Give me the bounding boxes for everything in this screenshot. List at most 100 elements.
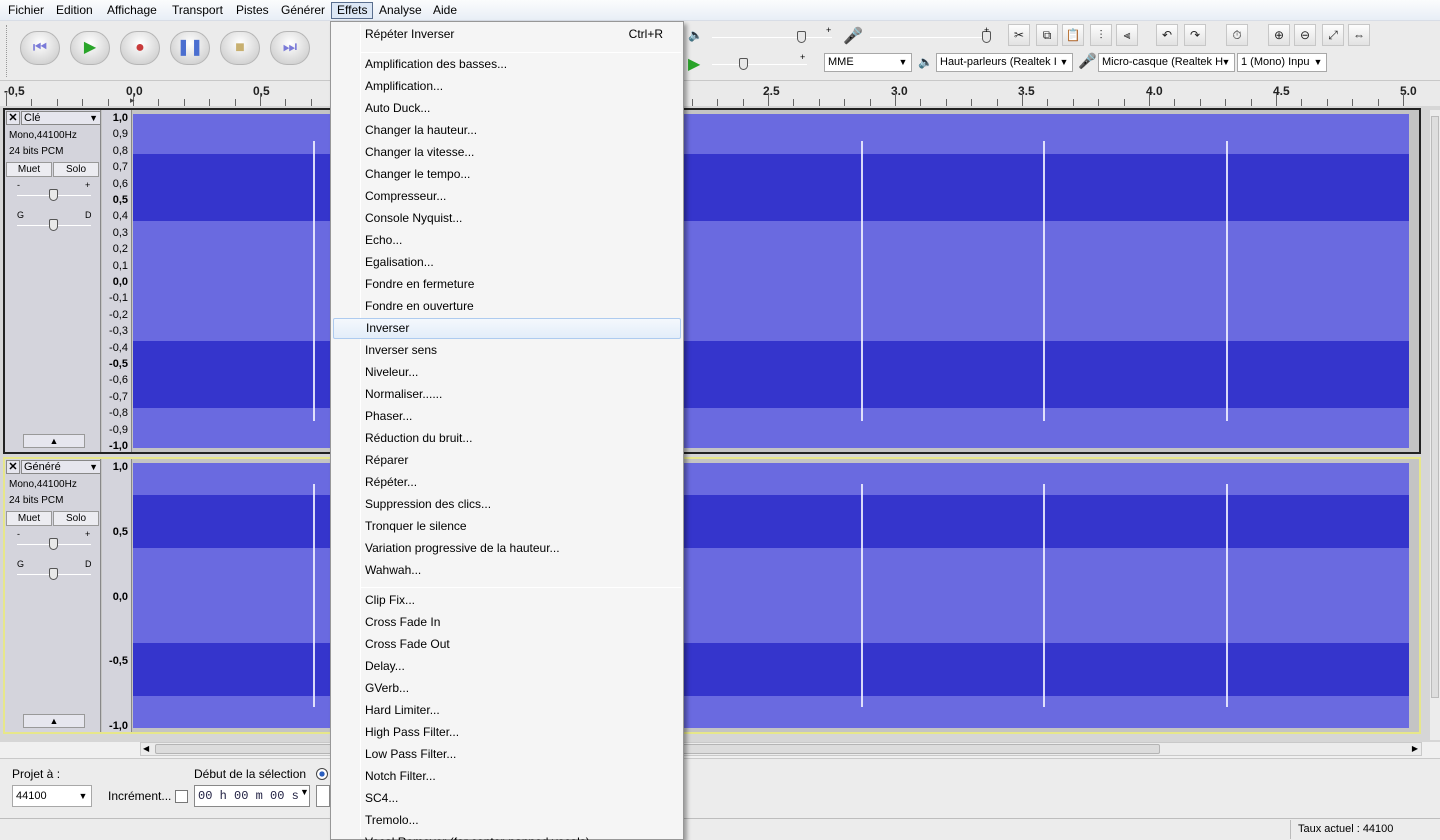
menu-item-effect[interactable]: Changer la hauteur... [333, 120, 681, 141]
sync-lock-icon[interactable]: ⏱ [1226, 24, 1248, 46]
output-volume-slider[interactable] [712, 37, 832, 38]
chevron-down-icon[interactable]: ▼ [300, 787, 309, 797]
solo-button[interactable]: Solo [53, 162, 99, 177]
input-channels-select[interactable]: 1 (Mono) Inpu ▼ [1237, 53, 1327, 72]
menu-item-effect[interactable]: Réduction du bruit... [333, 428, 681, 449]
menu-item-plugin[interactable]: Vocal Remover (for center-panned vocals)… [333, 832, 681, 840]
menu-item-effect[interactable]: Suppression des clics... [333, 494, 681, 515]
menu-effets[interactable]: Effets [331, 2, 374, 19]
waveform[interactable] [133, 463, 1409, 728]
menu-item-effect[interactable]: Echo... [333, 230, 681, 251]
menu-item-effect[interactable]: Répéter... [333, 472, 681, 493]
play-speed-slider[interactable] [712, 64, 807, 65]
menu-item-effect[interactable]: Changer le tempo... [333, 164, 681, 185]
menu-item-plugin[interactable]: Tremolo... [333, 810, 681, 831]
menu-item-effect[interactable]: Compresseur... [333, 186, 681, 207]
output-volume-thumb[interactable] [797, 31, 806, 43]
menu-item-plugin[interactable]: Notch Filter... [333, 766, 681, 787]
zoom-out-icon[interactable]: ⊖ [1294, 24, 1316, 46]
timeline-ruler[interactable]: -0,5 0,0 0,5 2.5 3.0 3.5 4.0 4.5 5.0 ▸ [0, 81, 1440, 107]
scroll-left-icon[interactable]: ◀ [143, 744, 149, 753]
silence-icon[interactable]: ⫷ [1116, 24, 1138, 46]
play-at-speed-icon[interactable]: ▶ [688, 54, 700, 74]
input-device-select[interactable]: Micro-casque (Realtek H ▼ [1098, 53, 1235, 72]
close-icon[interactable]: ✕ [6, 460, 20, 474]
audio-host-select[interactable]: MME ▼ [824, 53, 912, 72]
pan-thumb[interactable] [49, 568, 58, 580]
undo-icon[interactable]: ↶ [1156, 24, 1178, 46]
menu-item-plugin[interactable]: Low Pass Filter... [333, 744, 681, 765]
fit-selection-icon[interactable]: ⤢ [1322, 24, 1344, 46]
skip-start-button[interactable]: ⏮ [20, 31, 60, 65]
track-control-panel[interactable]: ✕ Généré ▼ Mono,44100Hz 24 bits PCM Muet Solo -… [5, 459, 101, 732]
menu-item-effect[interactable]: Niveleur... [333, 362, 681, 383]
amplitude-scale[interactable]: 1,0 0,5 0,0 -0,5 -1,0 [102, 459, 132, 732]
input-volume-slider[interactable] [870, 37, 990, 38]
toolbar-grip[interactable] [6, 25, 9, 77]
waveform[interactable] [133, 114, 1409, 448]
gain-thumb[interactable] [49, 538, 58, 550]
menu-item-effect[interactable]: Normaliser...... [333, 384, 681, 405]
selection-end-time[interactable] [316, 785, 330, 807]
menu-g-n-rer[interactable]: Générer [276, 2, 330, 19]
redo-icon[interactable]: ↷ [1184, 24, 1206, 46]
menu-item-plugin[interactable]: GVerb... [333, 678, 681, 699]
close-icon[interactable]: ✕ [6, 111, 20, 125]
snap-checkbox[interactable] [175, 790, 188, 803]
cut-icon[interactable]: ✂ [1008, 24, 1030, 46]
solo-button[interactable]: Solo [53, 511, 99, 526]
menu-item-effect[interactable]: Tronquer le silence [333, 516, 681, 537]
menu-item-plugin[interactable]: SC4... [333, 788, 681, 809]
menu-fichier[interactable]: Fichier [3, 2, 49, 19]
selection-start-time[interactable]: 00 h 00 m 00 s [194, 785, 310, 807]
fit-project-icon[interactable]: ⇔ [1348, 24, 1370, 46]
track-name-menu[interactable]: Clé ▼ [21, 111, 101, 125]
vscroll-thumb[interactable] [1431, 116, 1439, 698]
mute-button[interactable]: Muet [6, 511, 52, 526]
menu-item-effect[interactable]: Fondre en ouverture [333, 296, 681, 317]
menu-transport[interactable]: Transport [167, 2, 228, 19]
menu-item-effect[interactable]: Fondre en fermeture [333, 274, 681, 295]
project-rate-select[interactable]: 44100 ▼ [12, 785, 92, 807]
menu-item-effect[interactable]: Inverser [333, 318, 681, 339]
mute-button[interactable]: Muet [6, 162, 52, 177]
output-device-select[interactable]: Haut-parleurs (Realtek I ▼ [936, 53, 1073, 72]
menu-item-effect[interactable]: Phaser... [333, 406, 681, 427]
menu-affichage[interactable]: Affichage [102, 2, 162, 19]
trim-icon[interactable]: ⫶ [1090, 24, 1112, 46]
menu-item-repeat[interactable]: Répéter Inverser Ctrl+R [333, 24, 681, 45]
track-control-panel[interactable]: ✕ Clé ▼ Mono,44100Hz 24 bits PCM Muet Solo - + G D… [5, 110, 101, 452]
menu-item-plugin[interactable]: Cross Fade Out [333, 634, 681, 655]
menu-item-effect[interactable]: Changer la vitesse... [333, 142, 681, 163]
menu-item-effect[interactable]: Console Nyquist... [333, 208, 681, 229]
record-button[interactable]: ● [120, 31, 160, 65]
track-1[interactable]: ✕ Généré ▼ Mono,44100Hz 24 bits PCM Muet Solo -… [3, 457, 1421, 734]
menu-item-effect[interactable]: Variation progressive de la hauteur... [333, 538, 681, 559]
track-name-menu[interactable]: Généré ▼ [21, 460, 101, 474]
scroll-right-icon[interactable]: ▶ [1412, 744, 1418, 753]
collapse-track-button[interactable]: ▲ [23, 434, 85, 448]
menu-edition[interactable]: Edition [51, 2, 98, 19]
collapse-track-button[interactable]: ▲ [23, 714, 85, 728]
menu-item-effect[interactable]: Auto Duck... [333, 98, 681, 119]
menu-aide[interactable]: Aide [428, 2, 462, 19]
skip-end-button[interactable]: ⏭ [270, 31, 310, 65]
selection-start-radio[interactable] [316, 768, 328, 780]
amplitude-scale[interactable]: 1,0 0,9 0,8 0,7 0,6 0,5 0,4 0,3 0,2 0,1 0,0 -0,1 -0,… [102, 110, 132, 452]
menu-item-effect[interactable]: Wahwah... [333, 560, 681, 581]
paste-icon[interactable]: 📋 [1062, 24, 1084, 46]
pan-thumb[interactable] [49, 219, 58, 231]
menu-item-plugin[interactable]: Delay... [333, 656, 681, 677]
menu-item-effect[interactable]: Egalisation... [333, 252, 681, 273]
menu-item-effect[interactable]: Réparer [333, 450, 681, 471]
track-0[interactable]: ✕ Clé ▼ Mono,44100Hz 24 bits PCM Muet Solo - + G D… [3, 108, 1421, 454]
menu-item-plugin[interactable]: Hard Limiter... [333, 700, 681, 721]
copy-icon[interactable]: ⧉ [1036, 24, 1058, 46]
play-button[interactable]: ▶ [70, 31, 110, 65]
zoom-in-icon[interactable]: ⊕ [1268, 24, 1290, 46]
menu-item-plugin[interactable]: Cross Fade In [333, 612, 681, 633]
menu-item-plugin[interactable]: Clip Fix... [333, 590, 681, 611]
play-speed-thumb[interactable] [739, 58, 748, 70]
menu-item-plugin[interactable]: High Pass Filter... [333, 722, 681, 743]
menu-item-effect[interactable]: Amplification des basses... [333, 54, 681, 75]
